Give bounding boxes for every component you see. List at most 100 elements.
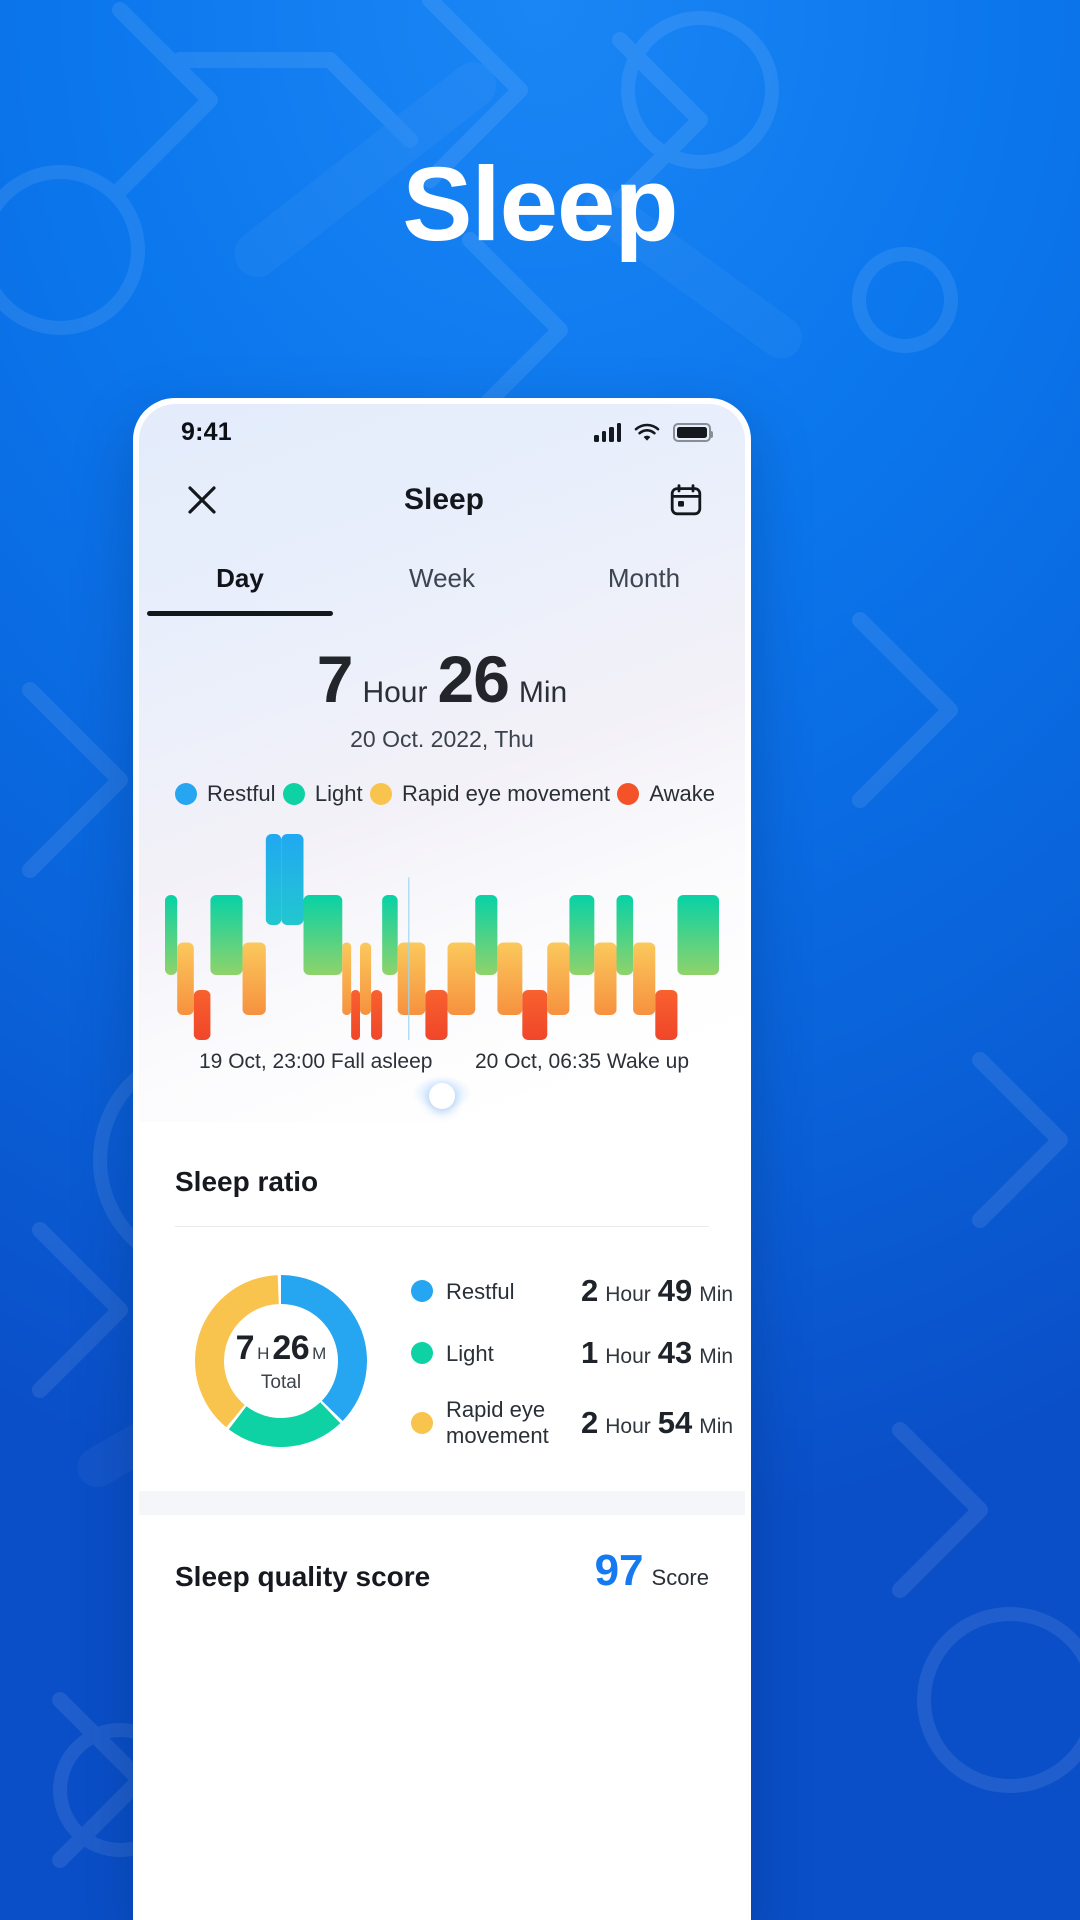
ratio-restful-minutes: 49 (657, 1273, 693, 1309)
donut-hours: 7 (235, 1328, 255, 1367)
hypnogram-segment (475, 895, 498, 975)
ratio-light-hours-unit: Hour (605, 1345, 651, 1369)
hypnogram-segment (425, 990, 448, 1040)
ratio-rem-minutes: 54 (657, 1405, 693, 1440)
hypnogram-segment (351, 990, 361, 1040)
donut-minutes-unit: M (312, 1343, 327, 1363)
section-separator (139, 1491, 745, 1515)
hypnogram-segment (210, 895, 243, 975)
close-button[interactable] (179, 477, 225, 523)
hypnogram-segment (342, 942, 352, 1015)
ratio-restful-minutes-unit: Min (699, 1283, 734, 1307)
ratio-name-rem: Rapid eye movement (446, 1397, 549, 1448)
duration-value: 7 Hour 26 Min (139, 646, 745, 712)
battery-icon (673, 422, 713, 442)
legend-label-restful: Restful (207, 781, 276, 806)
tab-week[interactable]: Week (341, 540, 543, 616)
hypnogram-segment (371, 990, 383, 1040)
legend-item-rem: Rapid eye movement (370, 781, 610, 807)
app-bar-title: Sleep (403, 483, 485, 516)
tab-day-label: Day (216, 562, 264, 593)
hypnogram-end-label: 20 Oct, 06:35 Wake up (474, 1050, 689, 1073)
donut-center-label: 7 H 26 M Total (227, 1307, 335, 1415)
summary-date: 20 Oct. 2022, Thu (350, 726, 534, 752)
hypnogram-segment (594, 942, 617, 1015)
drag-handle-icon[interactable] (429, 1083, 455, 1109)
ratio-row-restful-label: Restful (411, 1279, 581, 1305)
ratio-rem-hours: 2 (581, 1405, 599, 1440)
hypnogram-svg (165, 834, 719, 1040)
hypnogram-segment (633, 942, 656, 1015)
ratio-light-minutes-unit: Min (699, 1345, 734, 1369)
legend-label-light: Light (314, 781, 363, 806)
sleep-ratio-title: Sleep ratio (175, 1166, 319, 1197)
ratio-color-restful (411, 1280, 433, 1303)
hypnogram-segment (281, 834, 304, 925)
ratio-row-light-label: Light (411, 1341, 581, 1367)
ratio-color-light (411, 1342, 433, 1365)
ratio-rem-hours-unit: Hour (605, 1415, 651, 1438)
sleep-quality-value: 97 Score (595, 1549, 709, 1593)
chart-legend: Restful Light Rapid eye movement Awake (139, 753, 745, 807)
hypnogram-segment (547, 942, 570, 1015)
ratio-light-hours: 1 (581, 1335, 599, 1371)
ratio-light-minutes: 43 (657, 1335, 693, 1371)
calendar-button[interactable] (663, 477, 709, 523)
legend-color-rem (370, 783, 393, 805)
hypnogram-segment (382, 895, 398, 975)
ratio-row-restful: Restful 2 Hour 49 Min (411, 1273, 733, 1309)
ratio-restful-hours: 2 (581, 1273, 599, 1309)
sleep-quality-row: Sleep quality score 97 Score (139, 1515, 745, 1593)
sleep-duration-summary: 7 Hour 26 Min 20 Oct. 2022, Thu (139, 616, 745, 753)
calendar-icon (670, 484, 702, 516)
page-title: Sleep (402, 146, 678, 263)
hypnogram-segment (242, 942, 266, 1015)
sleep-ratio-card: Sleep ratio 7 H 26 M Total Restful 2 Hou… (139, 1122, 745, 1491)
drag-handle-glow (412, 1076, 472, 1110)
duration-minutes-unit: Min (518, 676, 568, 709)
tab-month[interactable]: Month (543, 540, 745, 616)
hypnogram-segment (616, 895, 634, 975)
sleep-quality-number: 97 (594, 1546, 644, 1595)
status-time: 9:41 (181, 417, 232, 446)
status-icons (594, 422, 713, 442)
legend-color-awake (617, 783, 640, 805)
period-tabs[interactable]: Day Week Month (139, 540, 745, 616)
phone-screen: 9:41 Sleep Day Week Month 7 Hour 26 Min … (139, 404, 745, 1920)
ratio-row-rem: Rapid eye movement 2 Hour 54 Min (411, 1397, 733, 1448)
hypnogram-segment (177, 942, 194, 1015)
wifi-icon (634, 423, 660, 441)
hypnogram-segment (193, 990, 211, 1040)
app-bar: Sleep (139, 460, 745, 540)
hypnogram-start-label: 19 Oct, 23:00 Fall asleep (199, 1050, 433, 1073)
hypnogram-segment (447, 942, 476, 1015)
ratio-row-rem-label: Rapid eye movement (411, 1397, 581, 1448)
ratio-value-light: 1 Hour 43 Min (581, 1335, 733, 1371)
close-icon (188, 486, 216, 514)
legend-color-light (282, 783, 305, 805)
duration-hours-unit: Hour (362, 676, 428, 709)
signal-bars-icon (594, 422, 621, 442)
legend-item-restful: Restful (175, 781, 275, 807)
ratio-rem-minutes-unit: Min (699, 1415, 734, 1438)
ratio-value-restful: 2 Hour 49 Min (581, 1273, 733, 1309)
phone-mockup: 9:41 Sleep Day Week Month 7 Hour 26 Min … (133, 398, 751, 1920)
sleep-quality-title: Sleep quality score (175, 1561, 431, 1592)
hypnogram-segment (569, 895, 595, 975)
duration-minutes: 26 (437, 642, 509, 716)
hypnogram-segment (165, 895, 178, 975)
drag-handle-zone[interactable] (165, 1074, 719, 1120)
donut-total-value: 7 H 26 M (236, 1329, 327, 1368)
hypnogram-segment (360, 942, 372, 1015)
ratio-name-restful: Restful (446, 1278, 515, 1304)
sleep-quality-card: Sleep quality score 97 Score (139, 1515, 745, 1593)
hypnogram-segment (677, 895, 719, 975)
tab-week-label: Week (409, 562, 475, 593)
status-bar: 9:41 (139, 404, 745, 460)
tab-day[interactable]: Day (139, 540, 341, 616)
sleep-overview-panel: 9:41 Sleep Day Week Month 7 Hour 26 Min … (139, 404, 745, 1122)
duration-hours: 7 (316, 642, 354, 716)
hypnogram-segment (655, 990, 678, 1040)
sleep-ratio-list: Restful 2 Hour 49 Min Light 1 Hour 43 Mi… (403, 1273, 733, 1448)
donut-minutes: 26 (272, 1328, 310, 1367)
